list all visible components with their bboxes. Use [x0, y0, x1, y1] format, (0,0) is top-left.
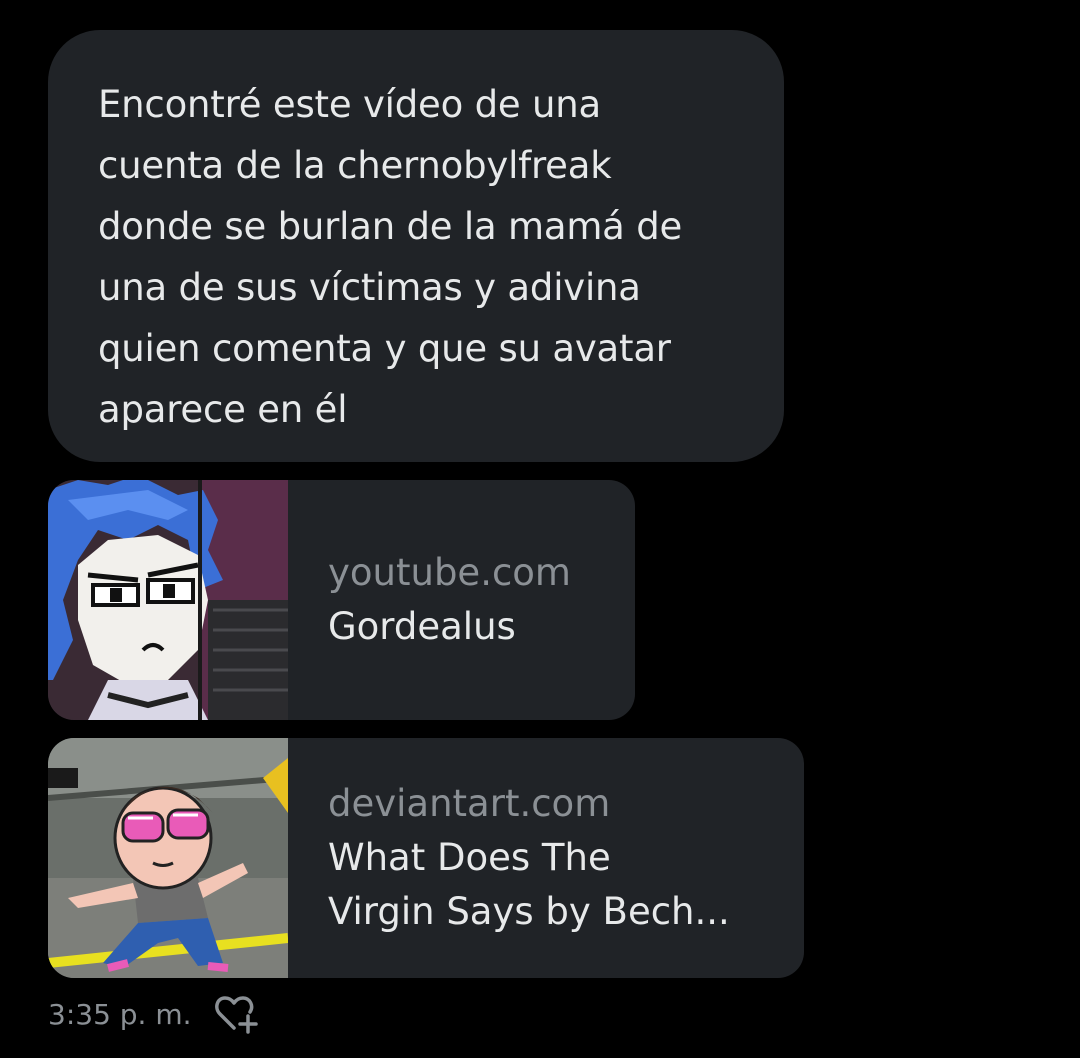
message-timestamp: 3:35 p. m. [48, 997, 192, 1031]
message-meta: 3:35 p. m. [48, 992, 260, 1036]
link-card-youtube[interactable]: youtube.com Gordealus [48, 480, 635, 720]
heart-plus-icon[interactable] [214, 992, 260, 1036]
link-card-body: deviantart.com What Does The Virgin Says… [288, 738, 804, 978]
link-domain: youtube.com [328, 551, 571, 594]
link-thumbnail [48, 480, 288, 720]
link-card-body: youtube.com Gordealus [288, 480, 635, 720]
anime-character-thumbnail [48, 480, 288, 720]
link-domain: deviantart.com [328, 782, 611, 825]
link-card-deviantart[interactable]: deviantart.com What Does The Virgin Says… [48, 738, 804, 978]
link-title: What Does The Virgin Says by Bech... [328, 836, 730, 933]
link-title: Gordealus [328, 605, 516, 648]
link-thumbnail [48, 738, 288, 978]
message-text: Encontré este vídeo de una cuenta de la … [98, 83, 683, 431]
cartoon-character-thumbnail [48, 738, 288, 978]
message-bubble[interactable]: Encontré este vídeo de una cuenta de la … [48, 30, 784, 462]
